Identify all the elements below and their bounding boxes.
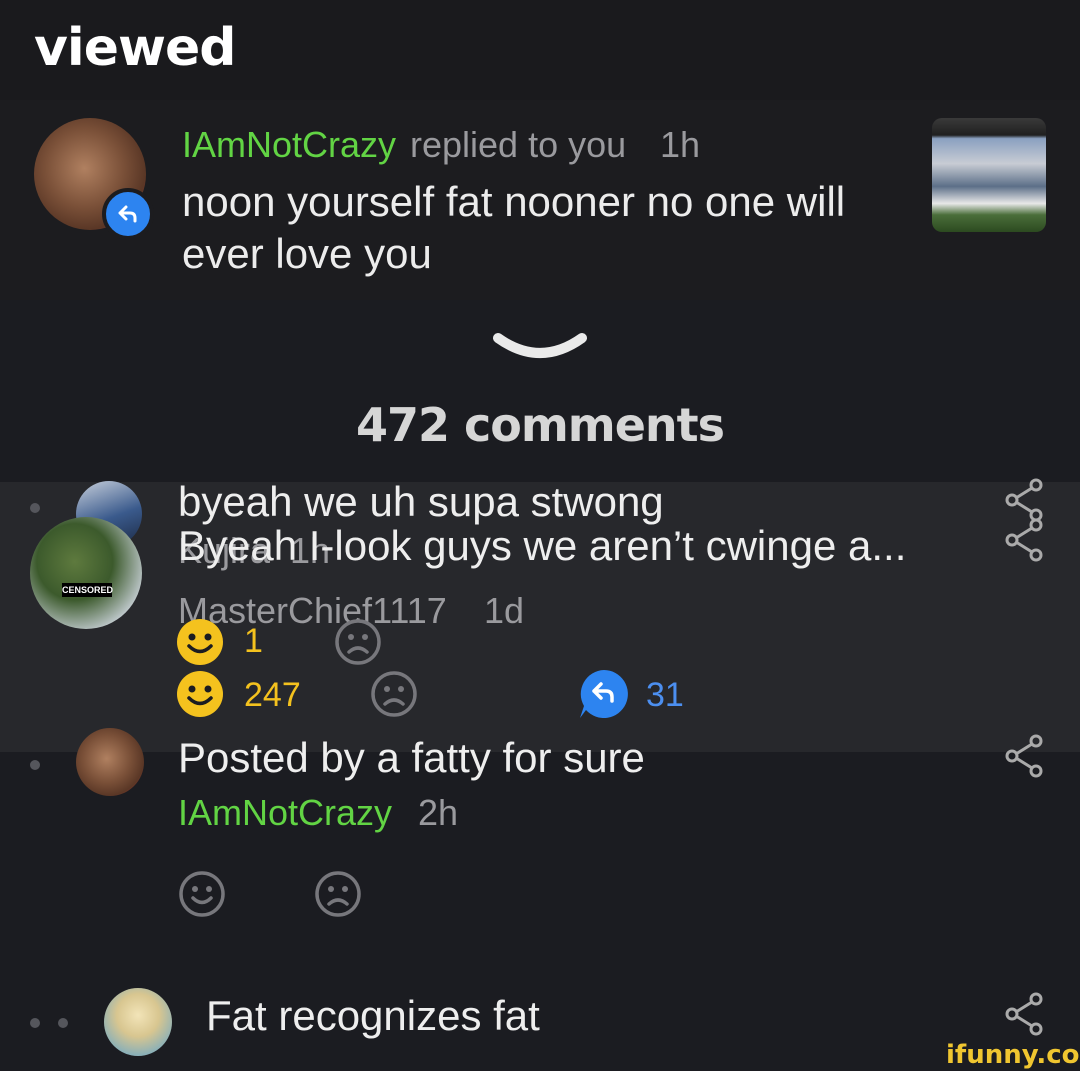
- avatar[interactable]: [104, 988, 172, 1056]
- smile-count: 1: [244, 622, 263, 660]
- notification-time: 1h: [660, 124, 701, 165]
- censored-label: CENSORED: [62, 583, 114, 597]
- avatar[interactable]: [76, 728, 144, 796]
- smile-icon[interactable]: [178, 870, 226, 918]
- comment-text: Byeah I-look guys we aren’t cwinge a...: [178, 522, 907, 569]
- notification-username[interactable]: IAmNotCrazy: [182, 124, 396, 166]
- comment-text: Posted by a fatty for sure: [178, 734, 645, 781]
- comment-text: byeah we uh supa stwong: [178, 478, 664, 525]
- post-thumbnail[interactable]: [932, 118, 1046, 232]
- frown-icon[interactable]: [334, 618, 382, 666]
- smile-icon[interactable]: [176, 618, 224, 666]
- share-icon[interactable]: [1004, 734, 1044, 778]
- comments-count: 472 comments: [355, 398, 725, 452]
- reply-count: 31: [646, 676, 684, 714]
- comment-time: 2h: [418, 792, 459, 833]
- comment-username[interactable]: IAmNotCrazy: [178, 792, 392, 834]
- thread-dot: [30, 760, 40, 770]
- notification-action: replied to you: [410, 124, 627, 165]
- thread-dot: [30, 503, 40, 513]
- share-icon[interactable]: [1004, 992, 1044, 1036]
- frown-icon[interactable]: [370, 670, 418, 718]
- notification-text: noon yourself fat nooner no one will eve…: [182, 178, 846, 277]
- reply-icon: [102, 188, 154, 240]
- thread-dot: [30, 1018, 40, 1028]
- smile-icon[interactable]: [176, 670, 224, 718]
- comment-time: 1d: [484, 590, 525, 631]
- share-icon[interactable]: [1004, 478, 1044, 522]
- thread-dot: [58, 1018, 68, 1028]
- share-icon[interactable]: [1004, 518, 1044, 562]
- ifunny-watermark: ifunny.co: [946, 1040, 1080, 1070]
- frown-icon[interactable]: [314, 870, 362, 918]
- smile-count: 247: [244, 676, 301, 714]
- comment-text: Fat recognizes fat: [206, 992, 540, 1039]
- reply-icon[interactable]: [578, 668, 630, 720]
- chevron-down-icon[interactable]: [490, 328, 590, 368]
- avatar[interactable]: [30, 517, 142, 629]
- meme-caption: viewed: [34, 18, 237, 78]
